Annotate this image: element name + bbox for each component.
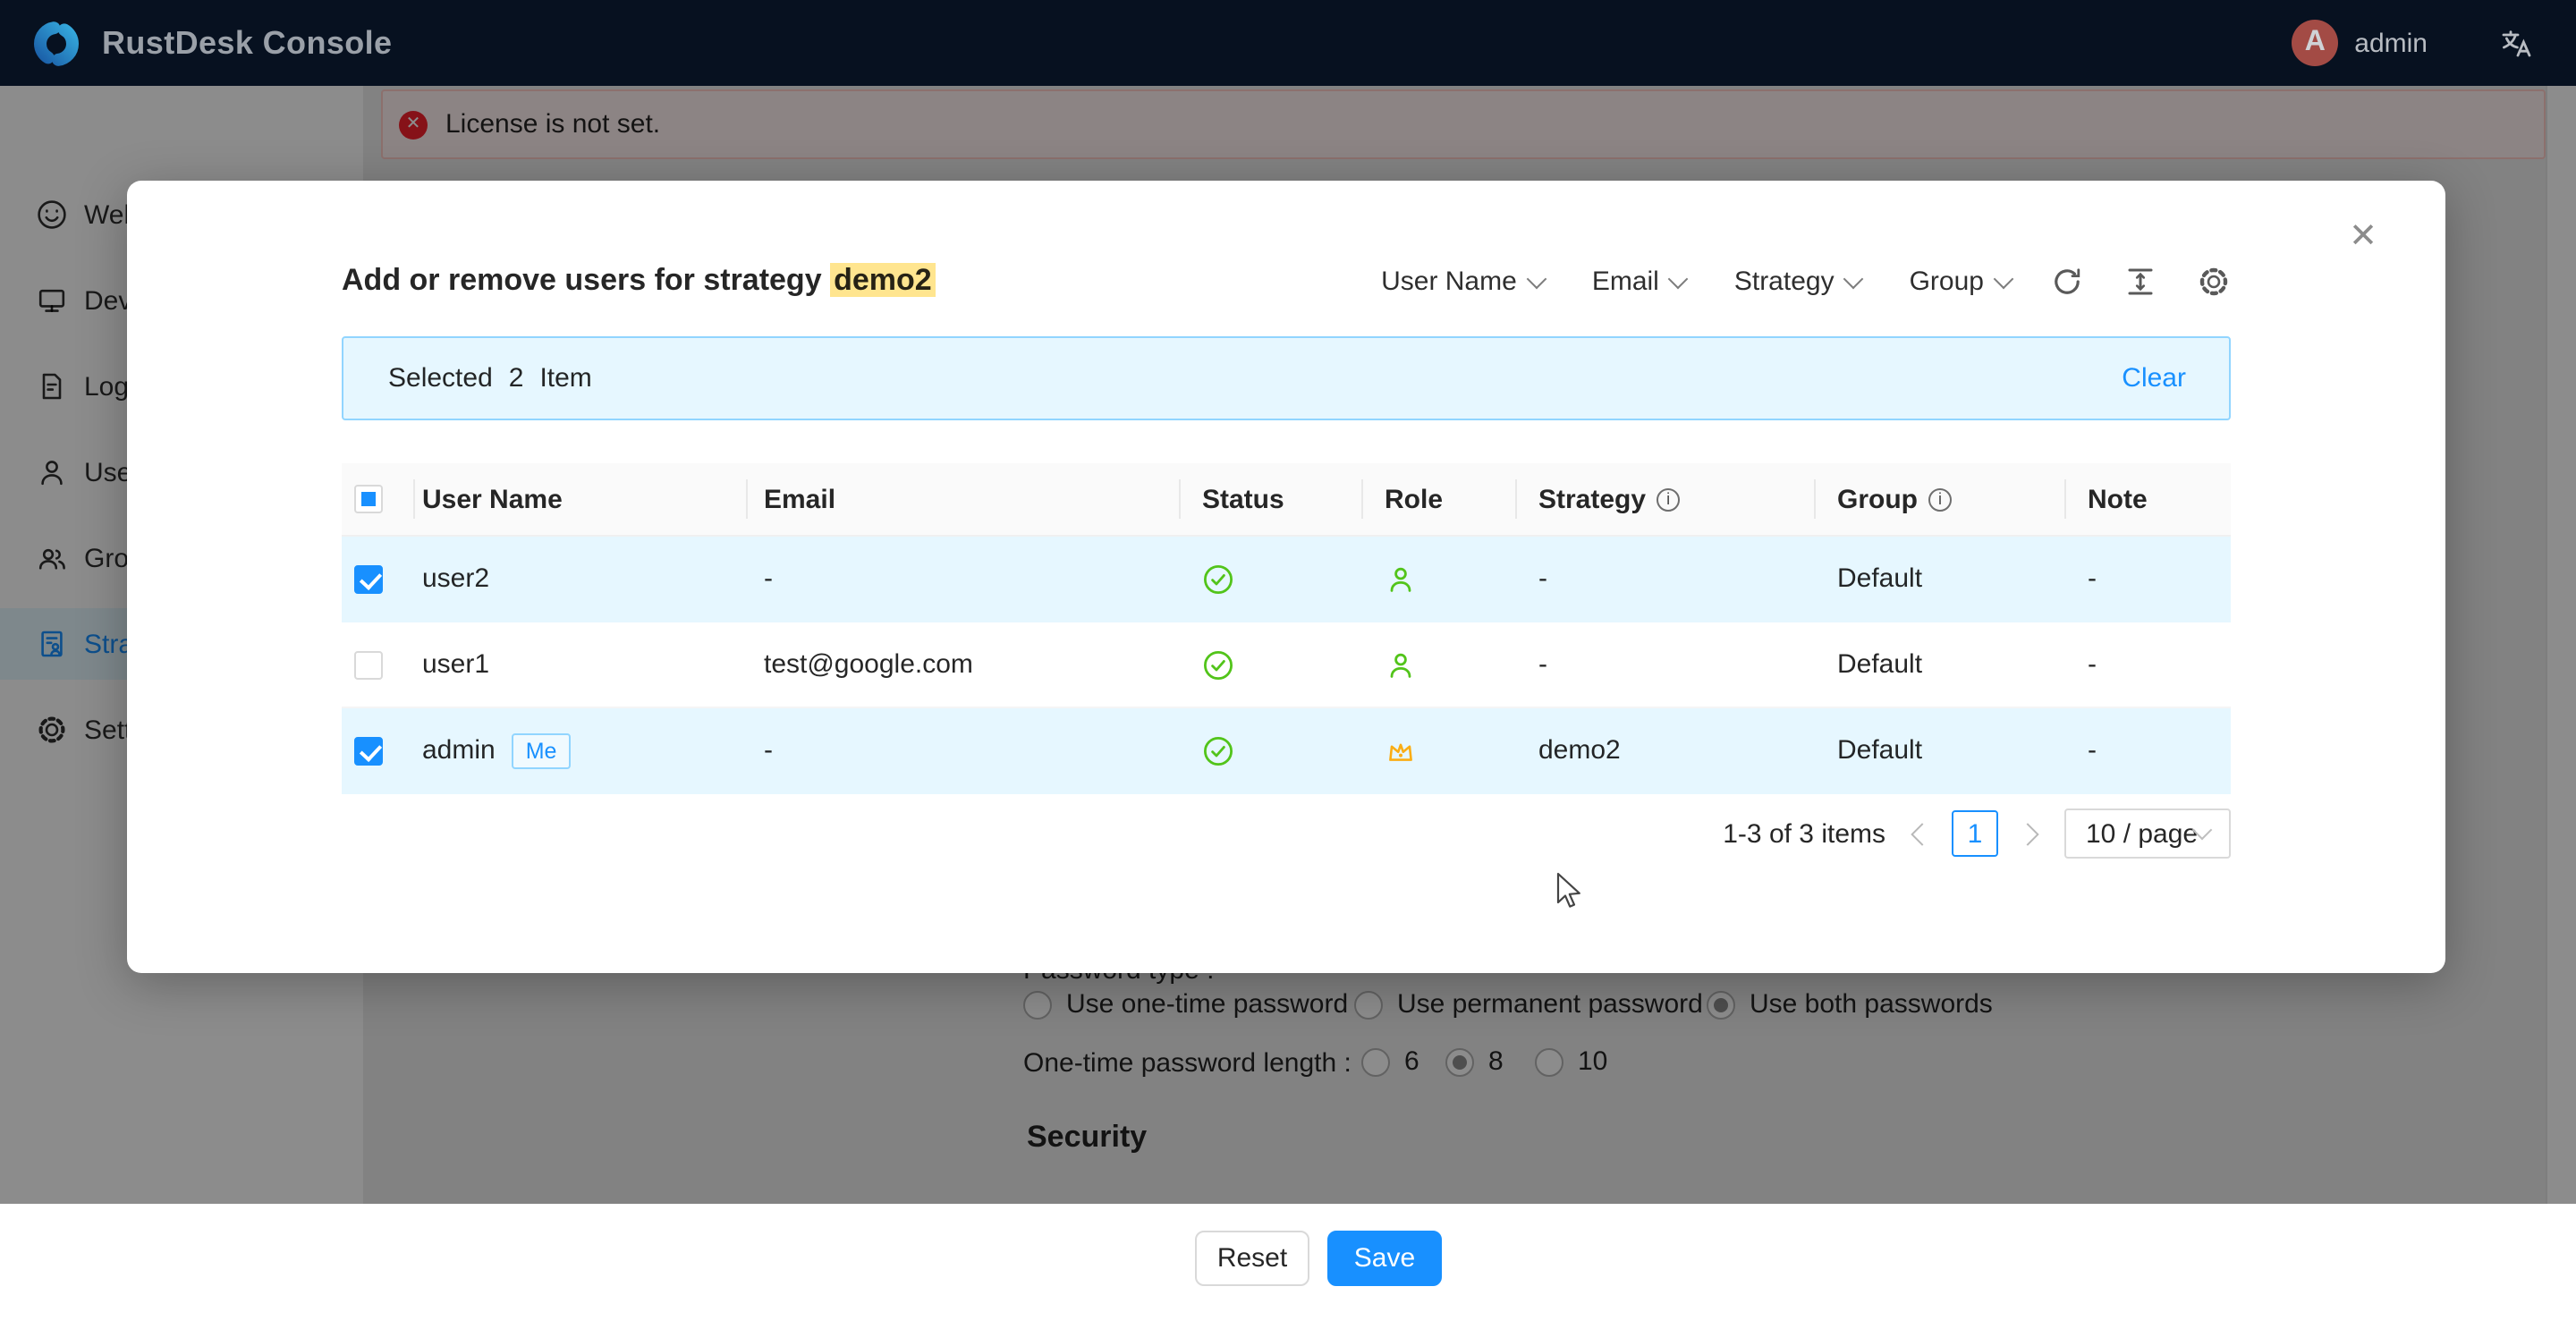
next-page-icon[interactable]	[2016, 822, 2038, 844]
user-role-icon	[1385, 648, 1417, 681]
cell-role	[1363, 648, 1517, 681]
prev-page-icon[interactable]	[1911, 822, 1933, 844]
cell-status	[1181, 563, 1363, 595]
check-circle-icon	[1202, 648, 1234, 681]
topbar-username[interactable]: admin	[2354, 28, 2428, 58]
cell-strategy: -	[1517, 649, 1816, 680]
chevron-down-icon	[1843, 268, 1864, 289]
me-badge: Me	[512, 732, 572, 768]
crown-icon	[1385, 734, 1417, 766]
refresh-icon[interactable]	[2050, 265, 2084, 299]
cell-status	[1181, 648, 1363, 681]
column-header-group[interactable]: Group	[1816, 463, 2066, 535]
selection-alert: Selected 2 Item Clear	[342, 336, 2231, 420]
rustdesk-logo-icon	[32, 19, 80, 67]
add-remove-users-dialog: ✕ Add or remove users for strategy demo2…	[127, 181, 2445, 973]
filter-group[interactable]: Group	[1910, 267, 2011, 297]
users-table: User Name Email Status Role Strategy Gro…	[342, 463, 2231, 794]
filter-toolbar: User Name Email Strategy Group	[1381, 265, 2231, 299]
pagination: 1-3 of 3 items 1 10 / page	[1723, 808, 2231, 859]
cell-strategy: demo2	[1517, 735, 1816, 766]
chevron-down-icon	[1669, 268, 1690, 289]
filter-label: Strategy	[1734, 267, 1835, 297]
cell-group: Default	[1816, 649, 2066, 680]
cell-role	[1363, 563, 1517, 595]
check-circle-icon	[1202, 563, 1234, 595]
dialog-title-text: Add or remove users for strategy	[342, 263, 830, 297]
row-checkbox[interactable]	[354, 564, 383, 593]
filter-user-name[interactable]: User Name	[1381, 267, 1544, 297]
app-title: RustDesk Console	[102, 24, 393, 62]
filter-label: Group	[1910, 267, 1984, 297]
cell-note: -	[2066, 649, 2231, 680]
column-header-note[interactable]: Note	[2066, 463, 2231, 535]
cell-strategy: -	[1517, 563, 1816, 594]
cell-email: test@google.com	[748, 649, 1181, 680]
save-button[interactable]: Save	[1327, 1231, 1442, 1286]
column-header-email[interactable]: Email	[748, 463, 1181, 535]
footer-bar: Reset Save	[0, 1204, 2576, 1329]
select-all-checkbox[interactable]	[354, 485, 383, 513]
cell-note: -	[2066, 563, 2231, 594]
settings-icon[interactable]	[2197, 265, 2231, 299]
column-header-status[interactable]: Status	[1181, 463, 1363, 535]
avatar[interactable]: A	[2292, 20, 2338, 66]
clear-selection-link[interactable]: Clear	[2122, 363, 2186, 394]
top-bar: RustDesk Console A admin	[0, 0, 2576, 86]
chevron-down-icon	[1526, 268, 1546, 289]
screen: RustDesk Console A admin Welcome Devices	[0, 0, 2576, 1329]
table-row[interactable]: adminMe - demo2 Default -	[342, 708, 2231, 794]
translate-icon[interactable]	[2499, 26, 2533, 60]
cell-status	[1181, 734, 1363, 766]
dialog-title: Add or remove users for strategy demo2	[342, 263, 936, 299]
check-circle-icon	[1202, 734, 1234, 766]
info-icon[interactable]	[1928, 487, 1952, 511]
cell-group: Default	[1816, 735, 2066, 766]
chevron-down-icon	[1994, 268, 2014, 289]
cell-user-name: user2	[415, 563, 748, 594]
table-row[interactable]: user1 test@google.com - Default -	[342, 622, 2231, 708]
column-header-strategy[interactable]: Strategy	[1517, 463, 1816, 535]
page-number-button[interactable]: 1	[1952, 810, 1998, 857]
cell-role	[1363, 734, 1517, 766]
page-size-select[interactable]: 10 / page	[2064, 808, 2231, 859]
selection-suffix: Item	[539, 363, 591, 394]
cell-note: -	[2066, 735, 2231, 766]
cell-email: -	[748, 735, 1181, 766]
selection-count: 2	[509, 363, 524, 394]
table-row[interactable]: user2 - - Default -	[342, 537, 2231, 622]
topbar-right: A admin	[2292, 0, 2533, 86]
cell-user-name: user1	[415, 649, 748, 680]
filter-email[interactable]: Email	[1592, 267, 1686, 297]
reset-button[interactable]: Reset	[1195, 1231, 1309, 1286]
column-header-role[interactable]: Role	[1363, 463, 1517, 535]
info-icon[interactable]	[1657, 487, 1680, 511]
cell-email: -	[748, 563, 1181, 594]
selection-text: Selected 2 Item	[388, 363, 592, 394]
pagination-total: 1-3 of 3 items	[1723, 818, 1885, 849]
column-height-icon[interactable]	[2123, 265, 2157, 299]
user-role-icon	[1385, 563, 1417, 595]
table-header-row: User Name Email Status Role Strategy Gro…	[342, 463, 2231, 537]
row-checkbox[interactable]	[354, 650, 383, 679]
column-header-user-name[interactable]: User Name	[415, 463, 748, 535]
mouse-cursor	[1555, 871, 1594, 910]
strategy-name-highlight: demo2	[830, 263, 936, 297]
filter-strategy[interactable]: Strategy	[1734, 267, 1861, 297]
cell-group: Default	[1816, 563, 2066, 594]
filter-label: Email	[1592, 267, 1659, 297]
cell-user-name: adminMe	[415, 732, 748, 768]
close-icon[interactable]: ✕	[2349, 220, 2377, 254]
row-checkbox[interactable]	[354, 736, 383, 765]
selection-prefix: Selected	[388, 363, 493, 394]
filter-label: User Name	[1381, 267, 1517, 297]
page-size-value: 10 / page	[2086, 818, 2198, 849]
